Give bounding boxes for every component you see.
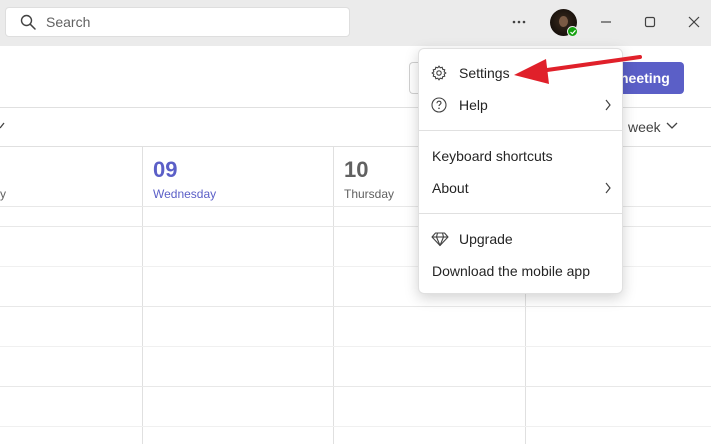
menu-item-upgrade[interactable]: Upgrade [419,224,622,254]
search-icon [20,14,36,30]
search-input[interactable] [46,12,336,32]
day-name: Thursday [344,187,395,201]
search-box[interactable] [5,7,350,37]
more-options-button[interactable] [508,12,530,32]
chevron-right-icon [605,182,611,194]
day-column-divider [333,147,334,444]
menu-item-keyboard-shortcuts[interactable]: Keyboard shortcuts [419,141,622,171]
diamond-icon [431,232,449,247]
day-number: 10 [344,157,369,182]
hour-line [0,306,711,307]
menu-item-help[interactable]: Help [419,90,622,120]
annotation-arrow-icon [514,55,642,84]
chevron-down-icon[interactable] [665,121,679,131]
half-hour-line [0,346,711,347]
chevron-right-icon [605,99,611,111]
menu-item-label: Settings [459,65,510,81]
title-bar [0,0,711,46]
menu-item-label: Keyboard shortcuts [432,148,553,164]
menu-divider [419,213,622,214]
menu-item-label: Help [459,97,488,113]
menu-item-label: About [432,180,469,196]
day-name-today: Wednesday [153,187,217,201]
maximize-button[interactable] [641,13,659,31]
day-number-today: 09 [153,157,178,182]
close-button[interactable] [685,13,703,31]
half-hour-line [0,426,711,427]
menu-item-download-mobile-app[interactable]: Download the mobile app [419,256,622,286]
menu-item-label: Upgrade [459,231,513,247]
close-icon [688,16,700,28]
menu-divider [419,130,622,131]
chevron-fragment-icon [0,122,5,129]
question-circle-icon [431,97,447,113]
view-switcher-label[interactable]: week [628,119,661,135]
presence-available-badge [567,26,578,37]
gear-icon [431,65,447,81]
day-name-fragment: y [0,187,6,201]
minimize-button[interactable] [597,13,615,31]
maximize-icon [644,16,656,28]
day-column-divider [142,147,143,444]
hour-line [0,386,711,387]
menu-item-label: Download the mobile app [432,263,590,279]
checkmark-icon [569,29,576,35]
minimize-icon [601,21,611,23]
avatar-face [559,16,568,27]
more-horizontal-icon [512,20,526,24]
menu-item-about[interactable]: About [419,173,622,203]
